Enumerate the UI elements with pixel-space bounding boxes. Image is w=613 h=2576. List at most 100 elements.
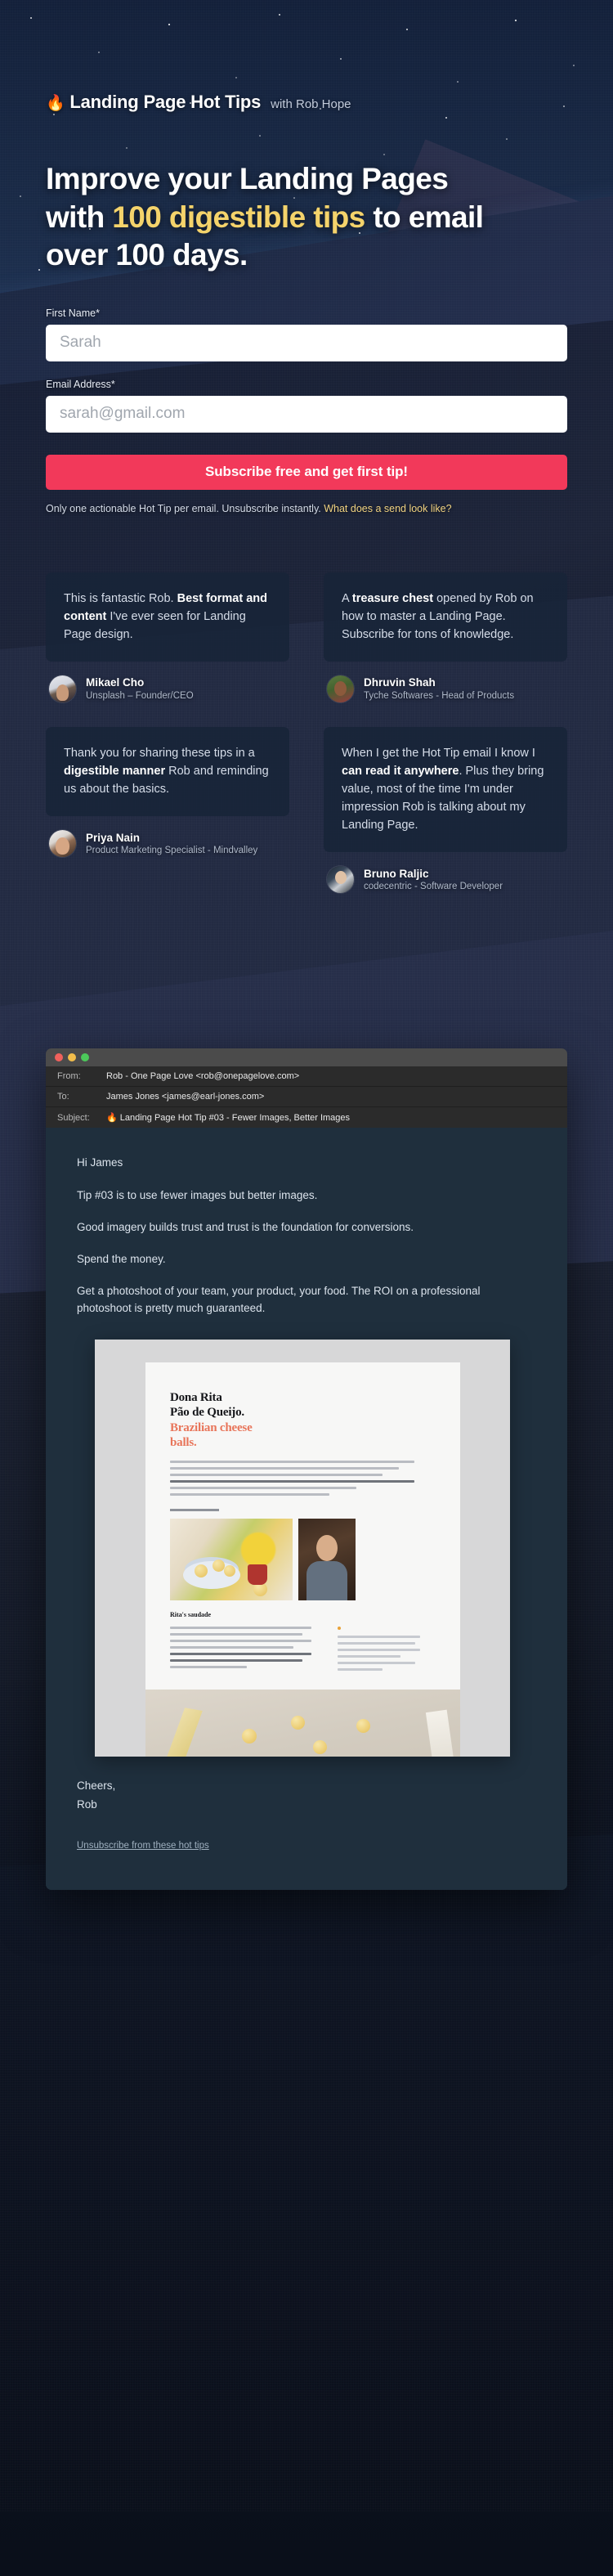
subscribe-button[interactable]: Subscribe free and get first tip! [46,454,567,490]
screenshot-title: Dona Rita Pão de Queijo. Brazilian chees… [170,1390,436,1450]
screenshot-title-accent-2: balls. [170,1435,197,1449]
screenshot-bottom-photo [145,1689,460,1757]
testimonial-author: Dhruvin Shah Tyche Softwares - Head of P… [327,675,567,703]
screenshot-title-line-2: Pão de Queijo. [170,1406,244,1420]
quote-pre: A [342,592,352,606]
unsubscribe-link[interactable]: Unsubscribe from these hot tips [77,1839,209,1853]
screenshot-portrait-photo [298,1519,356,1601]
email-subject-value: 🔥 Landing Page Hot Tip #03 - Fewer Image… [106,1112,350,1123]
testimonial-quote: This is fantastic Rob. Best format and c… [46,572,289,662]
email-paragraph-1: Tip #03 is to use fewer images but bette… [77,1188,318,1201]
testimonials-column-left: This is fantastic Rob. Best format and c… [46,572,289,918]
email-subject-row: Subject: 🔥 Landing Page Hot Tip #03 - Fe… [46,1107,567,1128]
screenshot-body-lines [170,1461,436,1497]
email-signoff-line-2: Rob [77,1798,97,1811]
quote-bold: digestible manner [64,765,166,779]
testimonials-grid: This is fantastic Rob. Best format and c… [46,572,567,918]
screenshot-title-accent-1: Brazilian cheese [170,1420,253,1434]
testimonial-quote: When I get the Hot Tip email I know I ca… [324,727,567,853]
quote-bold: treasure chest [351,592,434,606]
email-from-value: Rob - One Page Love <rob@onepagelove.com… [106,1071,300,1082]
screenshot-eyebrow [170,1509,219,1512]
email-from-row: From: Rob - One Page Love <rob@onepagelo… [46,1066,567,1088]
author-role: Tyche Softwares - Head of Products [364,690,515,701]
email-preview-section: From: Rob - One Page Love <rob@onepagelo… [0,1048,613,1890]
flame-icon: 🔥 [46,95,65,112]
email-subject-text: Landing Page Hot Tip #03 - Fewer Images,… [119,1113,351,1124]
email-window-titlebar [46,1048,567,1067]
screenshot-column-main [170,1627,324,1675]
email-window: From: Rob - One Page Love <rob@onepagelo… [46,1048,567,1890]
email-field[interactable] [46,395,567,433]
first-name-input[interactable] [46,324,567,361]
screenshot-subheading: Rita's saudade [170,1611,212,1619]
embedded-landing-page-screenshot: Dona Rita Pão de Queijo. Brazilian chees… [95,1339,510,1757]
author-name: Dhruvin Shah [364,676,436,689]
email-to-value: James Jones <james@earl-jones.com> [106,1092,265,1102]
email-signoff: Cheers, Rob [77,1778,536,1814]
author-name: Priya Nain [86,831,141,844]
email-to-row: To: James Jones <james@earl-jones.com> [46,1087,567,1108]
paper-card-shape [425,1709,458,1757]
testimonial-quote: Thank you for sharing these tips in a di… [46,727,289,817]
flame-icon: 🔥 [106,1113,118,1124]
minimize-icon[interactable] [68,1053,76,1062]
email-to-label: To: [57,1092,69,1102]
screenshot-bullet-dot [337,1627,341,1631]
avatar [49,675,76,703]
quote-pre: Thank you for sharing these tips in a [64,747,255,761]
brand-title-text: Landing Page Hot Tips [69,92,262,112]
headline-line-2-pre: with [46,200,113,234]
brand-title: 🔥 Landing Page Hot Tips [46,92,261,113]
brand-author: with Rob Hope [271,97,351,111]
testimonial-quote: A treasure chest opened by Rob on how to… [324,572,567,662]
what-does-a-send-look-like-link[interactable]: What does a send look like? [324,503,451,514]
headline-line-1: Improve your Landing Pages [46,162,449,195]
quote-bold: can read it anywhere [342,765,459,779]
signup-form: First Name* Email Address* Subscribe fre… [46,307,567,517]
quote-pre: When I get the Hot Tip email I know I [342,747,535,761]
cheese-wedge-shape [159,1708,203,1757]
headline-line-3: over 100 days. [46,238,248,272]
testimonials-column-right: A treasure chest opened by Rob on how to… [324,572,567,918]
avatar [49,830,76,858]
screenshot-column-side [337,1627,428,1675]
email-label: Email Address* [46,378,115,390]
headline-accent: 100 digestible tips [112,200,365,234]
maximize-icon[interactable] [81,1053,89,1062]
headline-line-2-post: to email [365,200,484,234]
screenshot-title-line-1: Dona Rita [170,1390,222,1404]
author-role: codecentric - Software Developer [364,882,503,892]
author-name: Mikael Cho [86,676,145,689]
screenshot-image-row [170,1519,436,1601]
author-role: Product Marketing Specialist - Mindvalle… [86,846,258,856]
email-from-label: From: [57,1071,81,1082]
screenshot-page: Dona Rita Pão de Queijo. Brazilian chees… [145,1362,460,1757]
quote-pre: This is fantastic Rob. [64,592,177,606]
avatar [327,675,354,703]
avatar [327,866,354,894]
email-subject-label: Subject: [57,1112,90,1123]
landing-page: 🔥 Landing Page Hot Tips with Rob Hope Im… [0,0,613,1890]
email-headers: From: Rob - One Page Love <rob@onepagelo… [46,1066,567,1129]
testimonial-author: Bruno Raljic codecentric - Software Deve… [327,866,567,894]
brand-header: 🔥 Landing Page Hot Tips with Rob Hope [0,0,613,113]
screenshot-food-photo [170,1519,293,1601]
email-body: Hi James Tip #03 is to use fewer images … [46,1128,567,1890]
testimonial-author: Mikael Cho Unsplash – Founder/CEO [49,675,289,703]
email-greeting: Hi James [77,1156,123,1169]
form-fineprint: Only one actionable Hot Tip per email. U… [46,501,567,517]
email-signoff-line-1: Cheers, [77,1779,116,1792]
email-paragraph-2: Good imagery builds trust and trust is t… [77,1220,414,1233]
screenshot-columns [170,1627,436,1675]
first-name-label: First Name* [46,307,100,319]
email-paragraph-3: Spend the money. [77,1253,166,1266]
fineprint-text: Only one actionable Hot Tip per email. U… [46,502,324,514]
hero-section: Improve your Landing Pages with 100 dige… [0,113,613,275]
testimonial-author: Priya Nain Product Marketing Specialist … [49,830,289,858]
email-paragraph-4: Get a photoshoot of your team, your prod… [77,1285,481,1314]
close-icon[interactable] [55,1053,63,1062]
author-role: Unsplash – Founder/CEO [86,690,194,701]
page-title: Improve your Landing Pages with 100 dige… [46,160,567,275]
author-name: Bruno Raljic [364,867,429,880]
